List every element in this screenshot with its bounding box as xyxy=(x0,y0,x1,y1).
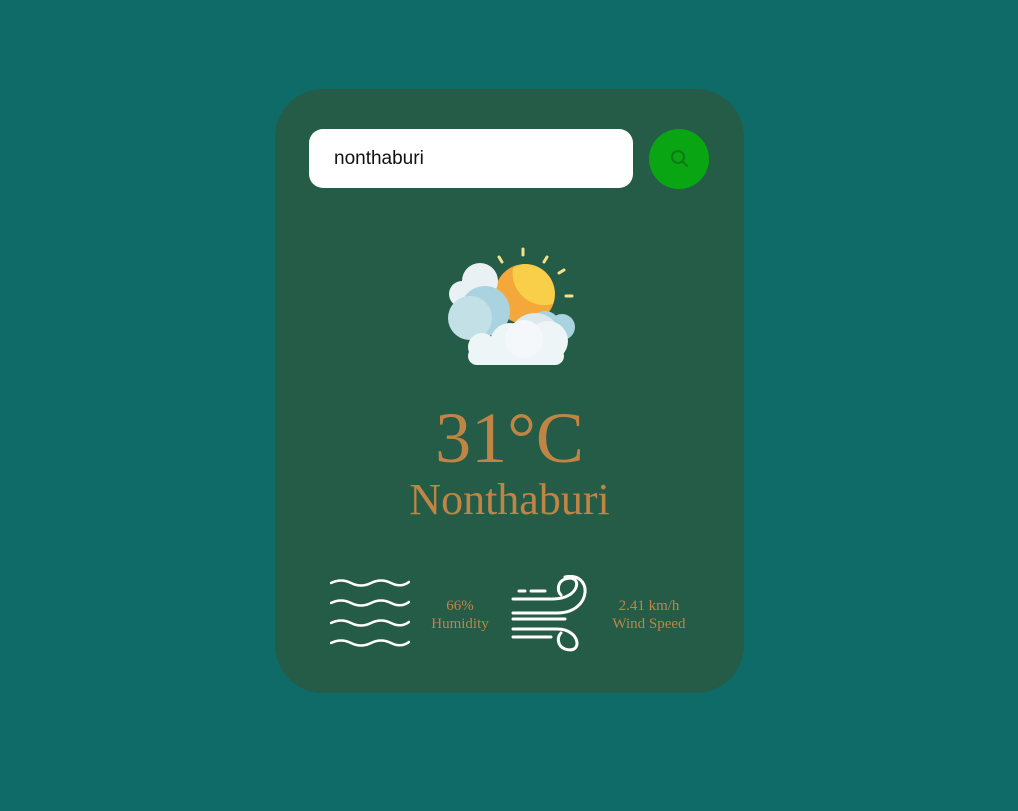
temperature: 31°C xyxy=(435,398,584,478)
search-icon xyxy=(671,150,688,167)
wind-info: 2.41 km/h Wind Speed xyxy=(594,597,704,633)
city-search-input[interactable] xyxy=(309,129,633,188)
wind-icon xyxy=(511,575,587,652)
humidity-value: 66% xyxy=(446,598,474,614)
humidity-label: Humidity xyxy=(431,616,489,632)
wind-value: 2.41 km/h xyxy=(618,598,680,614)
sun-behind-clouds-icon xyxy=(448,247,575,365)
weather-card: 31°C Nonthaburi 66% Humidity 2.41 km/h W… xyxy=(275,89,744,693)
humidity-waves-icon xyxy=(330,579,410,647)
city-name: Nonthaburi xyxy=(409,475,610,524)
humidity-info: 66% Humidity xyxy=(405,597,515,633)
search-button[interactable] xyxy=(649,129,709,189)
wind-label: Wind Speed xyxy=(612,616,686,632)
